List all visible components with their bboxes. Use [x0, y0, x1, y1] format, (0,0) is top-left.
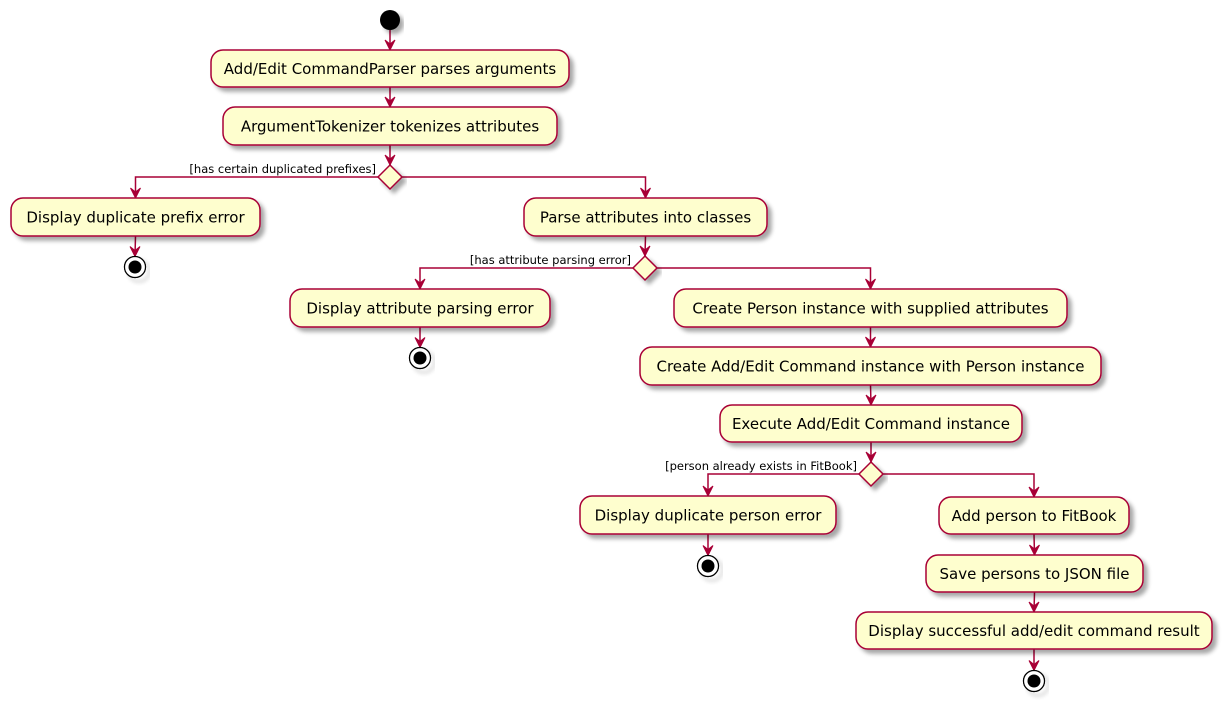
end-node	[696, 554, 720, 578]
guard-label: [person already exists in FitBook]	[665, 459, 857, 473]
edge-execute-cmd-to-dec-person	[865, 442, 877, 464]
edge-line	[707, 473, 859, 496]
action-add-person: Add person to FitBook	[938, 496, 1130, 535]
action-label: Execute Add/Edit Command instance	[732, 415, 1010, 433]
edge-dec-attr-to-create-person	[657, 267, 876, 291]
edge-create-cmd-to-execute-cmd	[865, 384, 877, 407]
action-label: Create Person instance with supplied att…	[692, 300, 1048, 318]
action-label: Save persons to JSON file	[940, 565, 1130, 583]
action-tokenize: ArgumentTokenizer tokenizes attributes	[222, 106, 558, 146]
edge-line	[134, 176, 378, 198]
nodes-layer: Add/Edit CommandParser parses arguments A…	[10, 10, 1213, 693]
decision-dec-attr	[631, 254, 659, 282]
action-label: Add/Edit CommandParser parses arguments	[224, 60, 557, 78]
edge-dup-person-err-to-end-person	[702, 534, 714, 557]
action-label: Display duplicate person error	[595, 507, 823, 525]
edge-tokenize-to-dec-prefix	[384, 145, 396, 167]
edge-create-person-to-create-cmd	[865, 327, 876, 349]
edge-attr-err-to-end-attr	[414, 327, 426, 349]
edge-dec-prefix-to-parse-attrs	[402, 176, 651, 200]
edge-parse-args-to-tokenize	[384, 87, 396, 109]
edge-parse-attrs-to-dec-attr	[639, 235, 651, 258]
decision-dec-person	[857, 460, 885, 488]
action-dup-prefix-err: Display duplicate prefix error	[10, 197, 261, 237]
action-label: Display duplicate prefix error	[26, 209, 245, 227]
action-execute-cmd: Execute Add/Edit Command instance	[719, 404, 1023, 443]
action-label: Parse attributes into classes	[540, 209, 752, 227]
action-dup-person-err: Display duplicate person error	[579, 495, 837, 535]
edge-dec-prefix-to-dup-prefix-err: [has certain duplicated prefixes]	[130, 162, 378, 200]
edge-dec-person-to-dup-person-err: [person already exists in FitBook]	[665, 459, 859, 498]
action-save-json: Save persons to JSON file	[925, 554, 1144, 593]
edge-start-to-parse-args	[384, 30, 396, 52]
action-parse-args: Add/Edit CommandParser parses arguments	[210, 49, 570, 88]
action-create-person: Create Person instance with supplied att…	[673, 288, 1068, 328]
end-node	[408, 346, 432, 370]
edge-dup-prefix-err-to-end-prefix	[129, 235, 141, 258]
action-label: ArgumentTokenizer tokenizes attributes	[241, 118, 540, 136]
guard-label: [has certain duplicated prefixes]	[189, 162, 376, 176]
action-display-success: Display successful add/edit command resu…	[855, 611, 1213, 650]
activity-diagram: [has certain duplicated prefixes] [has at…	[10, 10, 1213, 693]
action-create-cmd: Create Add/Edit Command instance with Pe…	[639, 346, 1102, 386]
action-label: Create Add/Edit Command instance with Pe…	[656, 358, 1084, 376]
action-label: Display attribute parsing error	[306, 300, 534, 318]
edge-dec-person-to-add-person	[883, 473, 1040, 499]
edge-save-json-to-display-success	[1028, 591, 1040, 614]
guard-label: [has attribute parsing error]	[470, 253, 631, 267]
edge-add-person-to-save-json	[1029, 533, 1040, 557]
decision-dec-prefix	[376, 163, 404, 191]
action-label: Add person to FitBook	[952, 507, 1117, 525]
end-node	[1022, 669, 1046, 693]
action-attr-err: Display attribute parsing error	[289, 288, 551, 328]
edge-display-success-to-end-success	[1028, 649, 1040, 672]
end-node	[123, 255, 147, 279]
edge-dec-attr-to-attr-err: [has attribute parsing error]	[414, 253, 633, 291]
edge-line	[883, 473, 1035, 497]
start-node	[380, 10, 400, 30]
action-label: Display successful add/edit command resu…	[868, 622, 1200, 640]
action-parse-attrs: Parse attributes into classes	[523, 197, 768, 237]
edge-line	[657, 267, 872, 289]
edge-line	[419, 267, 633, 289]
edge-line	[402, 176, 647, 198]
